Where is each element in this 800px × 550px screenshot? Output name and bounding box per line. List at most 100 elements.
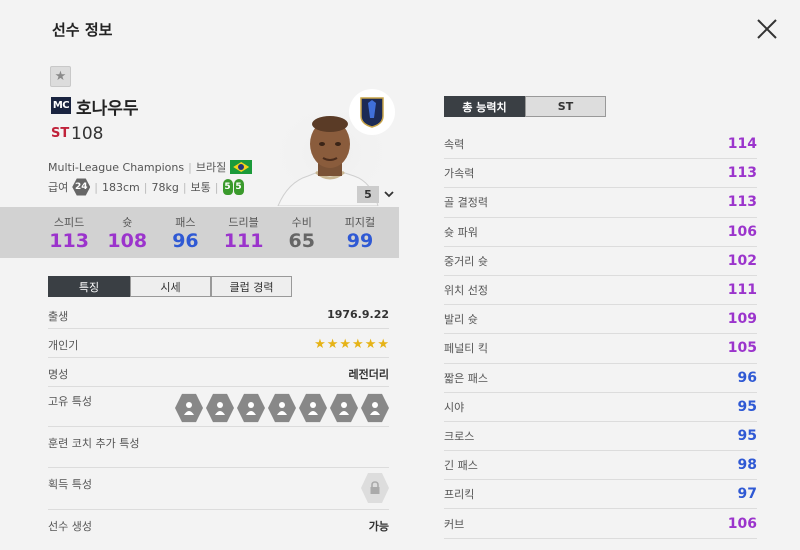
- coach-label: 훈련 코치 추가 특성: [48, 437, 140, 450]
- fame-row: 명성 레전더리: [48, 358, 389, 387]
- summary-stat: 수비 65: [273, 207, 331, 258]
- grade-selector[interactable]: 5: [357, 186, 379, 203]
- summary-stat-value: 99: [346, 229, 374, 252]
- summary-stats-bar: 스피드 113 슛 108 패스 96 드리블 111 수비 65 피지컬 99: [0, 207, 399, 258]
- divider: |: [143, 180, 148, 194]
- pay-label: 급여: [48, 181, 69, 194]
- detail-stat-row: 긴 패스 98: [444, 451, 757, 481]
- tab-features[interactable]: 특징: [48, 276, 130, 297]
- acquired-row: 획득 특성: [48, 468, 389, 510]
- summary-stat-label: 스피드: [53, 215, 85, 229]
- star-icon: ★: [326, 337, 339, 352]
- summary-stat: 슛 108: [98, 207, 156, 258]
- player-ovr: 108: [71, 124, 104, 144]
- detail-stat-row: 발리 슛 109: [444, 305, 757, 335]
- summary-stat-label: 드리블: [228, 215, 259, 229]
- tab-position-stats[interactable]: ST: [525, 96, 606, 117]
- detail-stat-value: 105: [727, 340, 757, 357]
- lock-icon[interactable]: [361, 472, 389, 504]
- detail-stat-label: 페널티 킥: [444, 342, 488, 356]
- close-icon[interactable]: [752, 14, 782, 44]
- mc-emblem-icon: [349, 89, 395, 135]
- foot-badges: 5 5: [222, 179, 244, 195]
- detail-stat-label: 짧은 패스: [444, 371, 488, 385]
- summary-stat-value: 113: [49, 229, 89, 252]
- detail-stat-value: 97: [737, 486, 757, 503]
- weight: 78kg: [151, 180, 179, 194]
- summary-stat: 피지컬 99: [331, 207, 389, 258]
- summary-stat-value: 108: [107, 229, 148, 252]
- coach-row: 훈련 코치 추가 특성: [48, 427, 389, 468]
- detail-stat-row: 가속력 113: [444, 159, 757, 189]
- tab-club-history[interactable]: 클럽 경력: [211, 276, 292, 297]
- left-foot-badge: 5: [222, 179, 233, 195]
- create-row: 선수 생성 가능: [48, 510, 389, 538]
- detail-stat-label: 발리 슛: [444, 313, 478, 327]
- summary-stat-value: 111: [223, 229, 264, 252]
- skill-label: 개인기: [48, 339, 79, 352]
- star-icon: ★: [339, 337, 352, 352]
- summary-stat-value: 65: [288, 229, 315, 252]
- detail-stat-row: 골 결정력 113: [444, 188, 757, 218]
- detail-stat-value: 95: [737, 427, 757, 444]
- trait-head-icon[interactable]: [237, 393, 265, 423]
- skill-row: 개인기 ★ ★ ★ ★ ★ ★: [48, 329, 389, 358]
- league-name: Multi-League Champions: [48, 160, 185, 174]
- traits-row: 고유 특성: [48, 387, 389, 427]
- detail-stat-label: 위치 선정: [444, 284, 488, 298]
- trait-icons: [175, 393, 389, 423]
- birth-value: 1976.9.22: [327, 308, 389, 321]
- player-position: ST: [51, 126, 70, 141]
- tab-total-stats[interactable]: 총 능력치: [444, 96, 525, 117]
- favorite-star-icon[interactable]: ★: [50, 66, 71, 87]
- detail-stat-label: 긴 패스: [444, 459, 478, 473]
- summary-stat-label: 패스: [175, 215, 196, 229]
- body-type: 보통: [190, 181, 211, 194]
- summary-stat-value: 96: [172, 229, 199, 252]
- divider: |: [94, 180, 98, 194]
- feature-tabs: 특징 시세 클럽 경력: [48, 276, 292, 297]
- chevron-down-icon[interactable]: [383, 189, 395, 199]
- birth-label: 출생: [48, 310, 69, 323]
- summary-stat-label: 피지컬: [344, 215, 376, 229]
- detail-stat-value: 113: [727, 165, 757, 182]
- detail-stat-value: 96: [737, 369, 757, 386]
- detail-stat-value: 111: [727, 282, 757, 299]
- star-icon: ★: [364, 337, 377, 352]
- detail-stat-label: 중거리 슛: [444, 254, 488, 268]
- detail-stat-value: 109: [727, 311, 757, 328]
- detail-stat-value: 98: [737, 457, 757, 474]
- brazil-flag-icon: [230, 160, 253, 174]
- detail-stat-value: 106: [727, 223, 757, 240]
- fame-label: 명성: [48, 368, 69, 381]
- detail-stat-row: 슛 파워 106: [444, 218, 757, 247]
- summary-stat: 스피드 113: [40, 207, 98, 258]
- detail-stat-value: 114: [727, 136, 757, 153]
- player-info-line: 급여 24 | 183cm | 78kg | 보통 | 5 5: [48, 178, 244, 196]
- divider: |: [188, 160, 192, 174]
- summary-stat: 패스 96: [156, 207, 214, 258]
- summary-stat: 드리블 111: [215, 207, 273, 258]
- detail-stat-value: 102: [727, 252, 757, 269]
- divider: |: [214, 180, 219, 194]
- trait-runner-icon[interactable]: [175, 393, 203, 423]
- player-name: 호나우두: [76, 99, 139, 119]
- detail-stat-row: 프리킥 97: [444, 480, 757, 510]
- detail-stat-row: 페널티 킥 105: [444, 334, 757, 364]
- detail-stat-label: 시야: [444, 400, 465, 414]
- trait-skill-icon[interactable]: [299, 393, 327, 423]
- trait-finesse-icon[interactable]: [206, 393, 234, 423]
- trait-flair-icon[interactable]: [330, 393, 358, 423]
- detail-stat-row: 중거리 슛 102: [444, 247, 757, 276]
- trait-dribble-icon[interactable]: [361, 393, 389, 423]
- detail-stat-row: 짧은 패스 96: [444, 364, 757, 393]
- detail-stat-value: 113: [727, 194, 757, 211]
- detail-stat-row: 위치 선정 111: [444, 276, 757, 306]
- star-icon: ★: [377, 337, 389, 352]
- page-title: 선수 정보: [52, 21, 113, 39]
- trait-speed-icon[interactable]: [268, 393, 296, 423]
- create-value: 가능: [368, 520, 389, 533]
- detail-stat-value: 95: [737, 398, 757, 415]
- tab-price[interactable]: 시세: [130, 276, 211, 297]
- detail-stat-label: 가속력: [444, 167, 475, 181]
